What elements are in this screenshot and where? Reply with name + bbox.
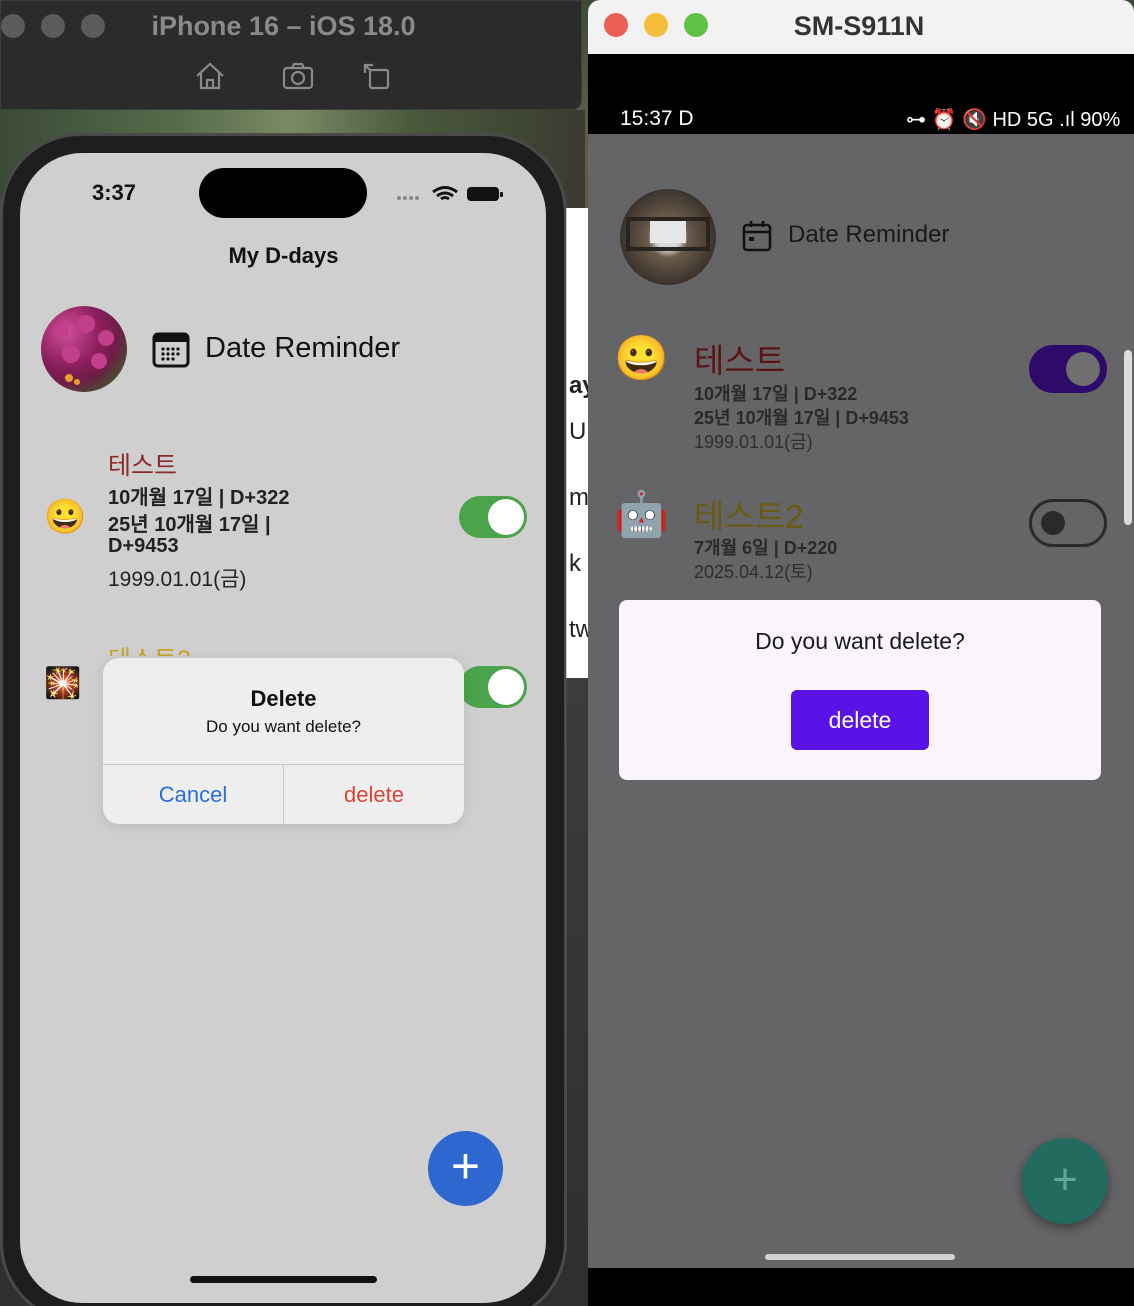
item-dday-line: 7개월 6일 | D+220 xyxy=(694,538,838,558)
delete-alert: Delete Do you want delete? Cancel delete xyxy=(103,658,464,824)
background-text: U xyxy=(569,418,587,445)
android-titlebar: SM-S911N xyxy=(588,0,1134,54)
item-dday-line: 10개월 17일 | D+322 xyxy=(694,384,858,404)
cancel-button[interactable]: Cancel xyxy=(103,765,283,824)
ios-status-icons xyxy=(397,186,503,201)
item-date: 1999.01.01(금) xyxy=(108,568,247,591)
item-dday-line: 10개월 17일 | D+322 xyxy=(108,487,290,509)
app-name: Date Reminder xyxy=(788,221,950,248)
android-status-icons: ⊶ ⏰ 🔇 HD 5G .ıl 90% xyxy=(906,109,1121,131)
home-icon[interactable] xyxy=(193,59,227,93)
item-emoji: 🤖 xyxy=(614,490,669,539)
item-title[interactable]: 테스트2 xyxy=(694,490,803,538)
item-toggle[interactable] xyxy=(1029,345,1107,393)
item-dday-line: D+9453 xyxy=(108,535,179,557)
screen-title: My D-days xyxy=(228,243,339,268)
android-status-time: 15:37 D xyxy=(620,107,694,130)
avatar xyxy=(620,189,716,285)
android-mirror-window: SM-S911N 15:37 D ⊶ ⏰ 🔇 HD 5G .ıl 90% Dat… xyxy=(588,0,1134,1306)
dialog-message: Do you want delete? xyxy=(755,628,965,654)
avatar xyxy=(41,306,127,392)
item-title[interactable]: 테스트 xyxy=(108,446,177,482)
item-emoji: 😀 xyxy=(44,498,87,536)
item-emoji: 🎇 xyxy=(44,667,82,700)
item-toggle[interactable] xyxy=(1029,499,1107,547)
alert-title: Delete xyxy=(250,686,317,711)
item-emoji: 😀 xyxy=(614,334,669,383)
ios-simulator-titlebar: iPhone 16 – iOS 18.0 xyxy=(0,0,582,110)
app-name: Date Reminder xyxy=(205,332,401,364)
delete-button[interactable]: delete xyxy=(284,765,464,824)
item-date: 1999.01.01(금) xyxy=(694,432,813,452)
home-indicator[interactable] xyxy=(190,1276,377,1283)
item-title[interactable]: 테스트 xyxy=(694,334,785,382)
background-text: k xyxy=(569,550,581,577)
screenshot-icon[interactable] xyxy=(281,59,315,93)
background-text: m xyxy=(569,484,589,511)
window-title: iPhone 16 – iOS 18.0 xyxy=(151,11,416,41)
dynamic-island xyxy=(199,168,367,218)
item-toggle[interactable] xyxy=(459,496,527,538)
scrollbar[interactable] xyxy=(1124,350,1132,525)
item-toggle[interactable] xyxy=(459,666,527,708)
ios-status-time: 3:37 xyxy=(92,180,137,205)
item-dday-line: 25년 10개월 17일 | D+9453 xyxy=(694,408,909,428)
window-title: SM-S911N xyxy=(793,11,925,41)
rotate-icon[interactable] xyxy=(361,59,395,93)
item-date: 2025.04.12(토) xyxy=(694,562,813,582)
calendar-icon xyxy=(152,332,190,368)
calendar-icon xyxy=(742,221,772,252)
delete-dialog: Do you want delete? delete xyxy=(619,600,1101,780)
alert-message: Do you want delete? xyxy=(206,717,361,736)
item-dday-line: 25년 10개월 17일 | xyxy=(108,514,271,536)
add-button[interactable]: + xyxy=(1022,1138,1108,1224)
item-title[interactable]: 테스트2 xyxy=(108,640,191,656)
gesture-nav-bar[interactable] xyxy=(765,1254,955,1260)
add-button[interactable]: + xyxy=(428,1131,503,1206)
delete-button[interactable]: delete xyxy=(791,690,929,750)
